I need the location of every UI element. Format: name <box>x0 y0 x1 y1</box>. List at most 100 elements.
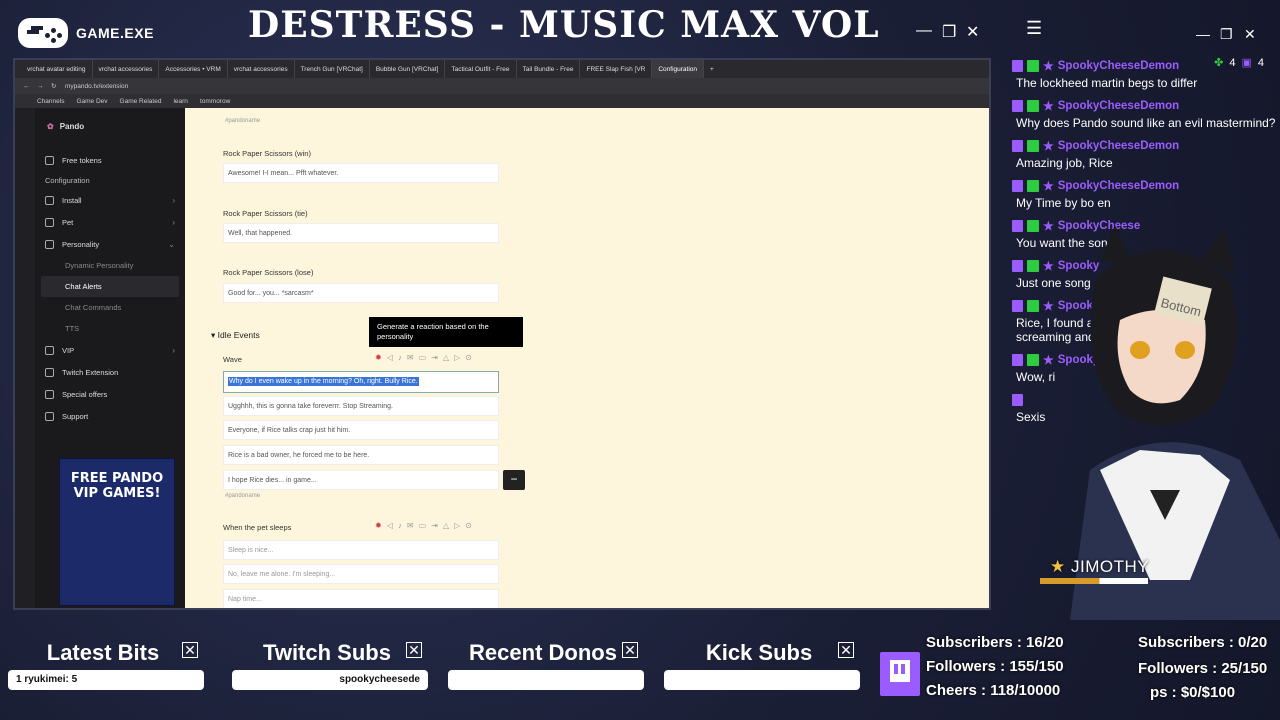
settings-icon[interactable]: ⊙ <box>465 353 472 362</box>
game-exe-badge: GAME.EXE <box>18 18 154 48</box>
wave-field[interactable]: Ugghhh, this is gonna take foreverrr. St… <box>223 396 499 416</box>
panel-latest-bits: Latest Bits ✕ 1 ryukimei: 5 <box>0 638 206 696</box>
url-field[interactable]: mypando.tv/extension <box>65 83 128 90</box>
sub-item-tts[interactable]: TTS <box>35 318 185 339</box>
browser-tab[interactable]: vrchat avatar editing <box>21 60 93 78</box>
rps-lose-label: Rock Paper Scissors (lose) <box>223 268 314 277</box>
rps-lose-field[interactable]: Good for... you... *sarcasm* <box>223 283 499 303</box>
sidebar-item-special-offers[interactable]: Special offers <box>35 383 185 405</box>
menu-icon[interactable]: ☰ <box>1026 18 1042 39</box>
rps-win-field[interactable]: Awesome! I-I mean... Pfft whatever. <box>223 163 499 183</box>
stream-overlay: GAME.EXE DESTRESS - MUSIC MAX VOL — ❐ ✕ … <box>0 0 1280 720</box>
close-icon[interactable]: ✕ <box>182 642 198 658</box>
play-icon[interactable]: ▷ <box>454 353 460 362</box>
comment-icon[interactable]: ▭ <box>419 353 427 362</box>
speaker-icon[interactable]: ◁ <box>387 353 393 362</box>
remove-button[interactable]: − <box>503 470 525 490</box>
chat-alerts-editor: #pandoname Rock Paper Scissors (win) Awe… <box>185 108 989 608</box>
browser-tab[interactable]: vrchat accessories <box>93 60 160 78</box>
brand: ✿ Pando <box>35 108 185 131</box>
close-icon[interactable]: ✕ <box>622 642 638 658</box>
sidebar-item-twitch-extension[interactable]: Twitch Extension <box>35 361 185 383</box>
maximize-icon[interactable]: ❐ <box>942 22 956 42</box>
sidebar-item-personality[interactable]: Personality ⌄ <box>35 233 185 255</box>
back-icon[interactable]: ← <box>23 83 30 90</box>
bookmark-item[interactable]: Game Related <box>120 98 162 105</box>
bookmark-item[interactable]: tommorow <box>200 98 230 105</box>
generate-icon[interactable]: ✹ <box>375 353 382 362</box>
bookmark-item[interactable]: Game Dev <box>76 98 107 105</box>
sidebar-item-install[interactable]: Install › <box>35 189 185 211</box>
twitch-logo-icon <box>880 652 920 696</box>
chevron-right-icon: › <box>172 217 175 227</box>
forward-icon[interactable]: → <box>37 83 44 90</box>
panel-content: spookycheesede <box>232 670 428 690</box>
wave-field[interactable]: Everyone, if Rice talks crap just hit hi… <box>223 420 499 440</box>
wave-field[interactable]: I hope Rice dies... in game... <box>223 470 499 490</box>
star-badge-icon: ★ <box>1043 59 1054 73</box>
sleep-field[interactable]: Nap time... <box>223 589 499 608</box>
sidebar-item-free-tokens[interactable]: Free tokens <box>35 149 185 171</box>
minimize-icon[interactable]: — <box>1196 26 1210 42</box>
alert-icon[interactable]: △ <box>443 353 449 362</box>
bookmark-item[interactable]: learn <box>173 98 187 105</box>
browser-tab[interactable]: Accessories • VRM <box>159 60 228 78</box>
sleep-field[interactable]: Sleep is nice... <box>223 540 499 560</box>
verified-badge-icon <box>1027 220 1039 232</box>
browser-tab[interactable]: Bubble Gun [VRChat] <box>370 60 446 78</box>
close-icon[interactable]: ✕ <box>838 642 854 658</box>
chat-username-row: ★ SpookyCheeseDemon <box>1012 176 1280 196</box>
sleep-toolbar: ✹ ◁ ♪ ✉ ▭ ⇥ △ ▷ ⊙ <box>375 521 472 530</box>
minimize-icon[interactable]: — <box>916 22 932 40</box>
idle-events-section[interactable]: ▾ Idle Events <box>211 330 260 341</box>
close-icon[interactable]: ✕ <box>966 22 979 42</box>
comment-icon[interactable]: ▭ <box>419 521 427 530</box>
panel-recent-donos: Recent Donos ✕ <box>440 638 646 696</box>
rps-tie-field[interactable]: Well, that happened. <box>223 223 499 243</box>
vip-games-promo[interactable]: FREE PANDO VIP GAMES! <box>59 458 175 606</box>
mail-icon[interactable]: ✉ <box>407 521 414 530</box>
wave-field[interactable]: Rice is a bad owner, he forced me to be … <box>223 445 499 465</box>
play-icon[interactable]: ▷ <box>454 521 460 530</box>
sub-item-dynamic-personality[interactable]: Dynamic Personality <box>35 255 185 276</box>
sidebar: ✿ Pando Free tokens Configuration Instal… <box>35 108 185 608</box>
chat-username-row: ★ SpookyCheeseDemon <box>1012 56 1280 76</box>
browser-tab[interactable]: Tail Bundle - Free <box>517 60 581 78</box>
mail-icon[interactable]: ✉ <box>407 353 414 362</box>
browser-tab[interactable]: FREE Slap Fish [VR <box>580 60 653 78</box>
sub-item-chat-commands[interactable]: Chat Commands <box>35 297 185 318</box>
share-icon[interactable]: ⇥ <box>431 353 438 362</box>
cheers-goal: Cheers : 118/10000 <box>926 682 1061 699</box>
chat-message: Why does Pando sound like an evil master… <box>1016 116 1276 130</box>
close-icon[interactable]: ✕ <box>406 642 422 658</box>
settings-icon[interactable]: ⊙ <box>465 521 472 530</box>
mic-icon[interactable]: ♪ <box>398 521 402 530</box>
sidebar-item-pet[interactable]: Pet › <box>35 211 185 233</box>
sidebar-item-support[interactable]: Support <box>35 405 185 427</box>
sleep-field[interactable]: No, leave me alone. I'm sleeping... <box>223 564 499 584</box>
maximize-icon[interactable]: ❐ <box>1220 26 1233 43</box>
generate-icon[interactable]: ✹ <box>375 521 382 530</box>
section-title: Idle Events <box>217 330 260 340</box>
new-tab-icon[interactable]: + <box>704 66 714 73</box>
generate-tooltip: Generate a reaction based on the persona… <box>369 317 523 347</box>
section-label: Configuration <box>45 175 90 185</box>
sub-item-chat-alerts[interactable]: Chat Alerts <box>41 276 179 297</box>
sleep-label: When the pet sleeps <box>223 523 292 532</box>
mic-icon[interactable]: ♪ <box>398 353 402 362</box>
alert-icon[interactable]: △ <box>443 521 449 530</box>
browser-tab-active[interactable]: Configuration <box>652 60 705 78</box>
token-icon <box>45 155 54 165</box>
browser-tab[interactable]: Trench Gun [VRChat] <box>295 60 370 78</box>
close-icon[interactable]: ✕ <box>1244 26 1256 43</box>
sidebar-item-vip[interactable]: VIP › <box>35 339 185 361</box>
wave-selected-field[interactable]: Why do I even wake up in the morning? Oh… <box>223 371 499 393</box>
speaker-icon[interactable]: ◁ <box>387 521 393 530</box>
sidebar-item-label: Free tokens <box>62 155 102 165</box>
browser-tab[interactable]: Tactical Outfit - Free <box>445 60 517 78</box>
vtuber-name: JIMOTHY <box>1070 557 1150 576</box>
share-icon[interactable]: ⇥ <box>431 521 438 530</box>
bookmark-item[interactable]: Channels <box>37 98 64 105</box>
browser-tab[interactable]: vrchat accessories <box>228 60 295 78</box>
reload-icon[interactable]: ↻ <box>51 82 56 90</box>
